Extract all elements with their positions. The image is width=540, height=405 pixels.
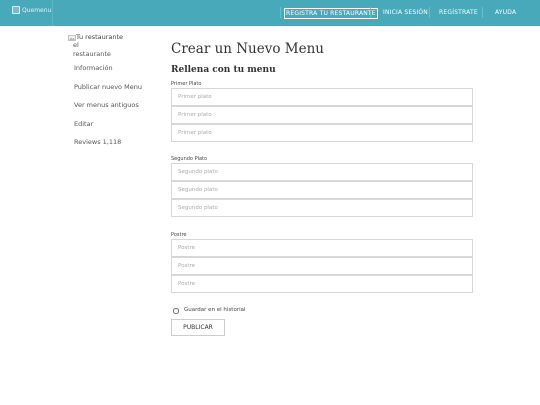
site-logo[interactable]: Quemenu xyxy=(12,4,51,16)
second-course-input-2[interactable] xyxy=(171,181,473,199)
sidebar-item-reviews[interactable]: Reviews 1,118 xyxy=(74,138,121,146)
avatar-alt-text: el restaurante xyxy=(73,41,111,58)
form-subtitle: Rellena con tu menu xyxy=(171,65,276,75)
navbar-divider xyxy=(52,0,53,26)
publish-button[interactable]: PUBLICAR xyxy=(171,319,225,336)
navbar-divider xyxy=(280,7,281,18)
navbar-divider xyxy=(370,7,371,18)
sidebar-user-name: Tu restaurante xyxy=(76,33,124,41)
first-course-input-2[interactable] xyxy=(171,106,473,124)
sidebar-item-old-menus[interactable]: Ver menus antiguos xyxy=(74,101,139,109)
dessert-input-2[interactable] xyxy=(171,257,473,275)
section-label-second-course: Segundo Plato xyxy=(171,156,208,162)
sidebar-item-info[interactable]: Información xyxy=(74,64,113,72)
first-course-input-1[interactable] xyxy=(171,88,473,106)
save-history-label[interactable]: Guardar en el historial xyxy=(184,307,246,313)
nav-register-restaurant[interactable]: REGISTRA TU RESTAURANTE xyxy=(284,7,378,19)
save-history-checkbox[interactable] xyxy=(173,308,179,314)
first-course-input-3[interactable] xyxy=(171,124,473,142)
top-navbar: Quemenu REGISTRA TU RESTAURANTE INICIA S… xyxy=(0,0,540,26)
nav-signup[interactable]: REGÍSTRATE xyxy=(439,8,478,17)
sidebar-item-edit[interactable]: Editar xyxy=(74,120,93,128)
sidebar-item-publish-menu[interactable]: Publicar nuevo Menu xyxy=(74,83,142,91)
navbar-divider xyxy=(429,7,430,18)
second-course-input-1[interactable] xyxy=(171,163,473,181)
nav-help[interactable]: AYUDA xyxy=(495,8,516,17)
logo-alt-text: Quemenu xyxy=(22,6,52,14)
dessert-input-3[interactable] xyxy=(171,275,473,293)
page-title: Crear un Nuevo Menu xyxy=(171,41,324,57)
section-label-first-course: Primer Plato xyxy=(171,81,202,87)
nav-login[interactable]: INICIA SESIÓN xyxy=(383,8,428,17)
second-course-input-3[interactable] xyxy=(171,199,473,217)
dessert-input-1[interactable] xyxy=(171,239,473,257)
section-label-dessert: Postre xyxy=(171,232,187,238)
navbar-divider xyxy=(482,7,483,18)
broken-image-icon xyxy=(12,6,20,14)
